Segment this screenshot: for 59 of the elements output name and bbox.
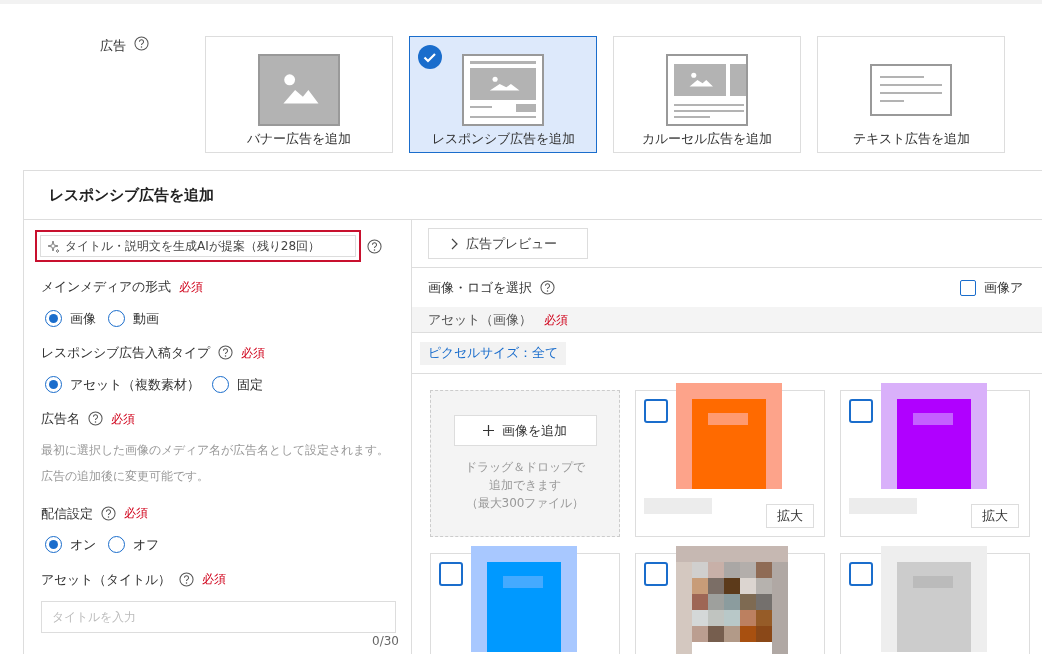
help-icon[interactable] [179, 571, 194, 587]
ad-type-card[interactable]: テキスト広告を追加 [817, 36, 1005, 153]
zoom-button[interactable]: 拡大 [971, 504, 1019, 528]
section-title: 画像・ロゴを選択 [428, 278, 532, 297]
ad-type-card[interactable]: バナー広告を追加 [205, 36, 393, 153]
checkbox[interactable] [849, 399, 873, 423]
upload-hint: （最大300ファイル） [465, 495, 585, 512]
checkbox[interactable] [849, 562, 873, 586]
ad-type-card[interactable]: レスポンシブ広告を追加 [409, 36, 597, 153]
field-note: 最初に選択した画像のメディア名が広告名として設定されます。広告の追加後に変更可能です。 [41, 441, 390, 485]
filter-chip[interactable]: ピクセルサイズ：全て [420, 341, 566, 365]
radio-option[interactable]: アセット（複数素材） [45, 374, 200, 394]
help-icon[interactable] [134, 36, 149, 51]
required-label: 必須 [202, 571, 226, 589]
help-icon[interactable] [540, 280, 555, 295]
upload-hint: ドラッグ＆ドロップで [465, 459, 585, 476]
title-input[interactable]: タイトルを入力 [41, 601, 396, 633]
upload-area[interactable]: 画像を追加 ドラッグ＆ドロップで 追加できます （最大300ファイル） [430, 390, 620, 537]
add-image-button[interactable]: 画像を追加 [453, 415, 597, 446]
carousel-icon [666, 53, 748, 126]
image-icon [258, 53, 340, 126]
field-label: 広告名 [41, 410, 80, 428]
plus-icon [483, 425, 494, 436]
field-label: レスポンシブ広告入稿タイプ [41, 344, 210, 362]
help-icon[interactable] [88, 411, 103, 427]
radio-option[interactable]: 動画 [108, 308, 159, 328]
ai-suggest-button[interactable]: タイトル・説明文を生成AIが提案（残り28回） [40, 235, 356, 257]
upload-hint: 追加できます [489, 477, 561, 494]
checkbox[interactable] [644, 399, 668, 423]
field-label: メインメディアの形式 [41, 278, 171, 296]
check-icon [418, 45, 442, 69]
checkbox[interactable] [644, 562, 668, 586]
field-label: 広告 [100, 37, 126, 55]
panel-title: レスポンシブ広告を追加 [24, 171, 1042, 220]
radio-option[interactable]: 固定 [212, 374, 263, 394]
help-icon[interactable] [218, 345, 233, 361]
zoom-button[interactable]: 拡大 [766, 504, 814, 528]
chevron-right-icon [451, 237, 458, 250]
required-label: 必須 [124, 505, 148, 523]
field-label: 配信設定 [41, 504, 93, 523]
required-label: 必須 [544, 311, 568, 329]
help-icon[interactable] [367, 238, 382, 254]
radio-option[interactable]: 画像 [45, 308, 96, 328]
radio-option[interactable]: オン [45, 535, 96, 555]
char-counter: 0/30 [371, 634, 399, 648]
preview-button[interactable]: 広告プレビュー [428, 228, 588, 259]
required-label: 必須 [111, 410, 135, 428]
asset-label: アセット（画像） [428, 310, 532, 329]
ad-type-card[interactable]: カルーセル広告を追加 [613, 36, 801, 153]
checkbox[interactable] [439, 562, 463, 586]
checkbox-option[interactable]: 画像ア [960, 277, 1023, 298]
field-label: アセット（タイトル） [41, 570, 171, 589]
text-icon [870, 63, 952, 116]
help-icon[interactable] [101, 505, 116, 521]
radio-option[interactable]: オフ [108, 535, 159, 555]
required-label: 必須 [179, 278, 203, 296]
layout-icon [462, 53, 544, 126]
sparkle-icon [47, 239, 60, 253]
required-label: 必須 [241, 344, 265, 362]
